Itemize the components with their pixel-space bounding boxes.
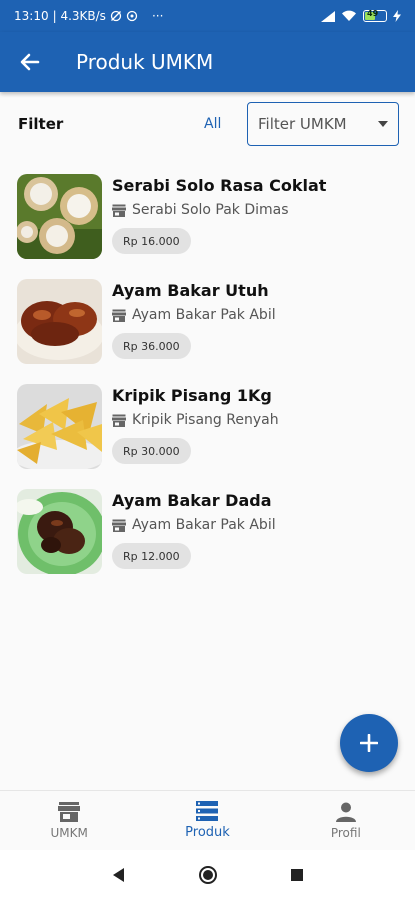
product-name: Ayam Bakar Utuh (112, 281, 269, 300)
battery-percent: 49 (367, 9, 379, 18)
nav-item-produk[interactable]: Produk (138, 791, 276, 850)
nav-label-profil: Profil (330, 825, 361, 840)
back-triangle-icon[interactable] (112, 867, 126, 883)
umkm-filter-dropdown[interactable]: Filter UMKM (247, 102, 399, 146)
filter-row: Filter All Filter UMKM (0, 100, 415, 148)
system-navigation-bar (0, 850, 415, 900)
shop-name: Ayam Bakar Pak Abil (132, 517, 276, 533)
wifi-icon (342, 10, 356, 21)
store-icon (112, 519, 126, 532)
store-icon (112, 414, 126, 427)
product-item[interactable]: Ayam Bakar Dada Ayam Bakar Pak Abil Rp 1… (0, 487, 415, 592)
shop-name: Kripik Pisang Renyah (132, 412, 279, 428)
product-list: Serabi Solo Rasa Coklat Serabi Solo Pak … (0, 172, 415, 592)
store-icon (58, 801, 81, 822)
status-net-speed: | 4.3KB/s (52, 9, 106, 23)
product-name: Serabi Solo Rasa Coklat (112, 176, 327, 195)
price-badge: Rp 30.000 (112, 438, 191, 464)
status-time: 13:10 (14, 9, 49, 23)
store-icon (112, 204, 126, 217)
price-badge: Rp 16.000 (112, 228, 191, 254)
mute-icon (110, 10, 122, 22)
serabi-photo (17, 174, 102, 259)
recents-square-icon[interactable] (290, 868, 304, 882)
nav-label-produk: Produk (185, 825, 230, 840)
umkm-filter-value: Filter UMKM (258, 115, 347, 133)
app-bar: Produk UMKM (0, 32, 415, 92)
price-badge: Rp 36.000 (112, 333, 191, 359)
bottom-navigation: UMKM Produk Profil (0, 790, 415, 850)
plus-icon (360, 734, 378, 752)
dropdown-arrow-icon (378, 121, 388, 127)
charging-icon (393, 10, 401, 22)
banana-chips-photo (17, 384, 102, 469)
app-notification-icon (126, 10, 138, 22)
status-bar: 13:10 | 4.3KB/s ··· 49 (0, 0, 415, 32)
nav-item-umkm[interactable]: UMKM (0, 791, 138, 850)
filter-label: Filter (18, 115, 64, 133)
list-icon (196, 801, 219, 821)
add-product-button[interactable] (340, 714, 398, 772)
store-icon (112, 309, 126, 322)
nav-item-profil[interactable]: Profil (277, 791, 415, 850)
all-filter-link[interactable]: All (204, 116, 221, 132)
page-title: Produk UMKM (76, 50, 214, 74)
product-item[interactable]: Ayam Bakar Utuh Ayam Bakar Pak Abil Rp 3… (0, 277, 415, 382)
signal-icon (321, 10, 335, 22)
shop-name: Ayam Bakar Pak Abil (132, 307, 276, 323)
nav-label-umkm: UMKM (50, 825, 88, 840)
chicken-breast-photo (17, 489, 102, 574)
battery-icon: 49 (363, 9, 387, 22)
price-badge: Rp 12.000 (112, 543, 191, 569)
grilled-chicken-photo (17, 279, 102, 364)
product-item[interactable]: Serabi Solo Rasa Coklat Serabi Solo Pak … (0, 172, 415, 277)
shop-name: Serabi Solo Pak Dimas (132, 202, 289, 218)
home-circle-icon[interactable] (198, 865, 218, 885)
back-button[interactable] (0, 32, 60, 92)
person-icon (335, 802, 356, 822)
product-name: Kripik Pisang 1Kg (112, 386, 272, 405)
status-more: ··· (151, 9, 164, 23)
product-name: Ayam Bakar Dada (112, 491, 272, 510)
product-item[interactable]: Kripik Pisang 1Kg Kripik Pisang Renyah R… (0, 382, 415, 487)
arrow-back-icon (20, 53, 40, 71)
